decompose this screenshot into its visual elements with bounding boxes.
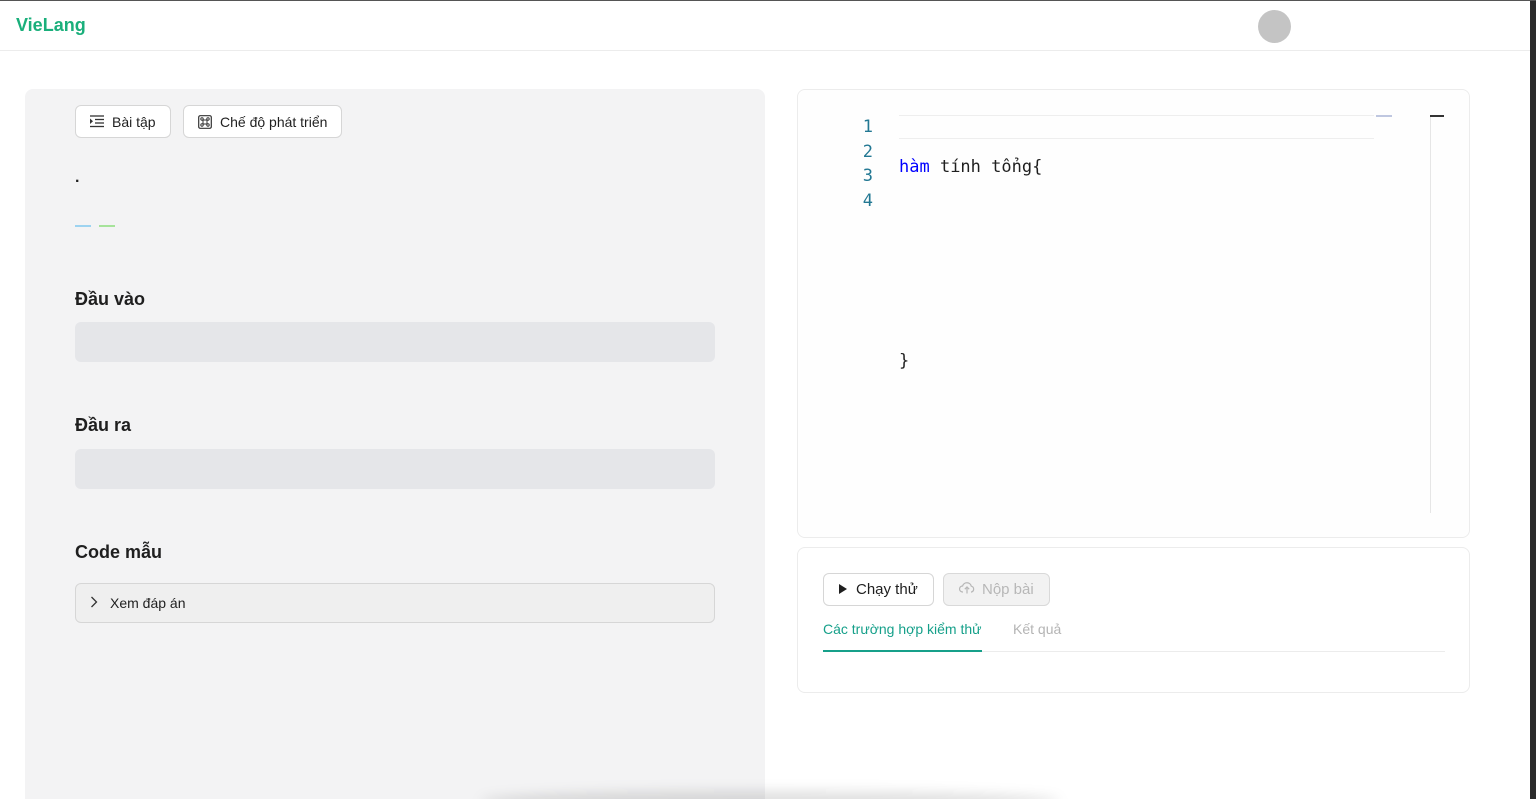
minimap[interactable] <box>1376 115 1392 117</box>
view-answer-label: Xem đáp án <box>110 595 186 611</box>
output-box <box>75 449 715 489</box>
output-heading: Đầu ra <box>75 415 132 435</box>
tag-placeholder-green <box>99 225 115 227</box>
run-button[interactable]: Chạy thử <box>823 573 934 606</box>
line-number: 4 <box>862 190 873 211</box>
code-editor-card: 1 2 3 4 hàm tính tổng{ } <box>797 89 1470 538</box>
tab-results[interactable]: Kết quả <box>1013 620 1061 652</box>
code-line[interactable] <box>899 284 1042 309</box>
sample-code-heading: Code mẫu <box>75 542 163 562</box>
dev-mode-button[interactable]: Chế độ phát triển <box>183 105 343 138</box>
list-indent-icon <box>90 115 104 128</box>
top-navbar: VieLang <box>0 1 1530 51</box>
run-panel: Chạy thử Nộp bài Các trường hợp kiểm thử… <box>797 547 1470 693</box>
command-key-icon <box>198 114 212 129</box>
tab-test-cases[interactable]: Các trường hợp kiểm thử <box>823 620 982 652</box>
submit-button[interactable]: Nộp bài <box>943 573 1050 606</box>
line-number: 2 <box>862 141 873 162</box>
chevron-right-icon <box>90 595 98 611</box>
code-token: tính tổng{ <box>929 157 1043 177</box>
view-answer-collapse[interactable]: Xem đáp án <box>75 583 715 623</box>
exercises-label: Bài tập <box>112 113 156 130</box>
problem-panel: Bài tập Chế độ phát triển . Đầu vào Đầu … <box>25 89 765 799</box>
code-line[interactable]: hàm tính tổng{ <box>899 155 1042 180</box>
cloud-upload-icon <box>959 581 975 598</box>
tag-placeholder-blue <box>75 225 91 227</box>
dev-mode-label: Chế độ phát triển <box>220 113 328 130</box>
code-editor[interactable]: 1 2 3 4 hàm tính tổng{ } <box>798 90 1469 537</box>
brand-logo[interactable]: VieLang <box>16 15 86 36</box>
run-label: Chạy thử <box>856 581 918 598</box>
line-number: 3 <box>862 166 873 186</box>
line-number: 1 <box>862 117 873 137</box>
code-line[interactable] <box>899 220 1042 245</box>
input-heading: Đầu vào <box>75 289 146 309</box>
input-box <box>75 322 715 362</box>
exercises-button[interactable]: Bài tập <box>75 105 171 138</box>
result-tabs: Các trường hợp kiểm thử Kết quả <box>823 620 1445 652</box>
code-lines[interactable]: hàm tính tổng{ } <box>899 115 1042 413</box>
avatar[interactable] <box>1258 10 1291 43</box>
editor-scrollbar[interactable] <box>1430 115 1431 513</box>
window-edge <box>1530 1 1536 799</box>
submit-label: Nộp bài <box>982 581 1034 598</box>
scrollbar-thumb[interactable] <box>1430 115 1444 117</box>
play-icon <box>839 581 847 598</box>
keyword-token: hàm <box>899 157 930 177</box>
code-line[interactable]: } <box>899 349 1042 374</box>
line-numbers: 1 2 3 4 <box>848 115 873 213</box>
problem-title: . <box>75 169 80 186</box>
